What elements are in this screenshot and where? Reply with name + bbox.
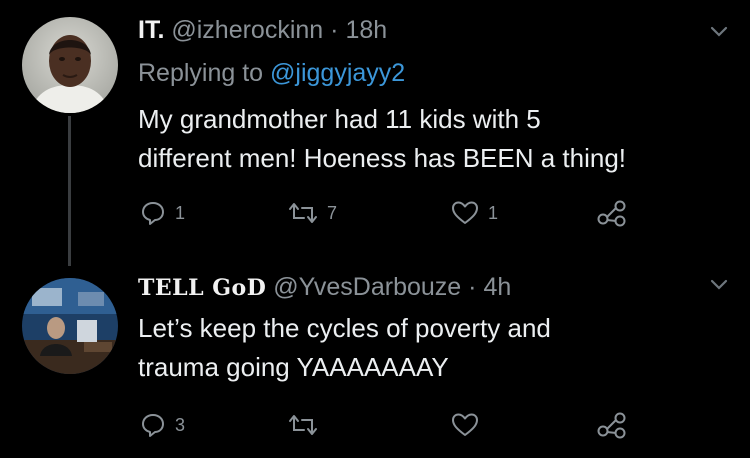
handle[interactable]: @izherockinn	[171, 16, 323, 44]
separator: ·	[330, 16, 339, 44]
chevron-down-icon[interactable]	[710, 26, 728, 38]
like-count: 1	[488, 202, 499, 223]
tweet-text-line: My grandmother had 11 kids with 5	[138, 104, 541, 134]
replying-to-handle[interactable]: @jiggyjayy2	[270, 59, 405, 87]
reply-icon	[142, 414, 164, 437]
timestamp[interactable]: 4h	[483, 273, 511, 301]
handle[interactable]: @YvesDarbouze	[273, 273, 461, 301]
action-bar: 3	[138, 410, 638, 440]
timestamp[interactable]: 18h	[345, 16, 387, 44]
retweet-button[interactable]: 7	[288, 198, 337, 228]
avatar[interactable]	[22, 278, 118, 374]
reply-button[interactable]: 1	[140, 198, 185, 228]
like-icon	[452, 413, 478, 436]
display-name[interactable]: IT.	[138, 16, 164, 44]
retweet-button[interactable]	[288, 410, 327, 440]
like-icon	[452, 201, 478, 224]
tweet-reply[interactable]: TELL GoD @YvesDarbouze · 4h Let’s keep t…	[0, 250, 750, 458]
tweet-header: TELL GoD @YvesDarbouze · 4h	[138, 272, 511, 303]
share-icon	[597, 200, 626, 227]
replying-to-label: Replying to	[138, 59, 264, 87]
avatar-photo	[22, 17, 118, 113]
reply-count: 1	[175, 202, 186, 223]
replying-to: Replying to @jiggyjayy2	[138, 58, 405, 88]
share-icon	[597, 412, 626, 439]
reply-icon	[142, 202, 164, 225]
tweet-original[interactable]: IT. @izherockinn · 18h Replying to @jigg…	[0, 0, 750, 250]
chevron-down-icon[interactable]	[710, 279, 728, 291]
retweet-icon	[289, 415, 317, 435]
action-bar: 1 7 1	[138, 198, 638, 228]
share-button[interactable]	[596, 410, 628, 440]
tweet-text: Let’s keep the cycles of poverty and tra…	[138, 309, 738, 387]
display-name[interactable]: TELL GoD	[138, 275, 266, 301]
tweet-text-line: Let’s keep the cycles of poverty and	[138, 313, 551, 343]
like-button[interactable]: 1	[451, 198, 498, 228]
separator: ·	[468, 273, 477, 301]
tweet-text-line: different men! Hoeness has BEEN a thing!	[138, 143, 627, 173]
reply-button[interactable]: 3	[140, 410, 185, 440]
avatar[interactable]	[22, 17, 118, 113]
tweet-text: My grandmother had 11 kids with 5 differ…	[138, 100, 738, 178]
retweet-count: 7	[327, 202, 338, 223]
reply-count: 3	[175, 414, 186, 435]
avatar-photo	[22, 278, 118, 374]
like-button[interactable]	[451, 410, 488, 440]
tweet-header: IT. @izherockinn · 18h	[138, 15, 387, 45]
share-button[interactable]	[596, 198, 628, 228]
retweet-icon	[289, 203, 317, 223]
tweet-text-line: trauma going YAAAAAAAY	[138, 352, 449, 382]
